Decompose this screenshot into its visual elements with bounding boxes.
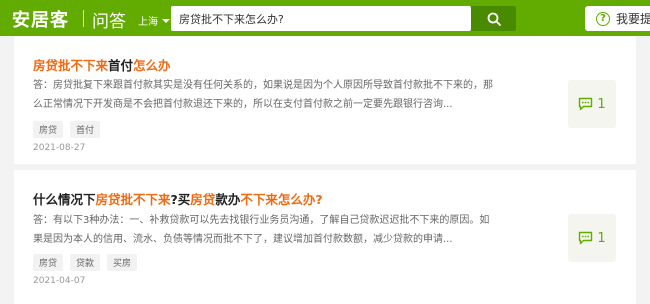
title-highlight: 怎么办 xyxy=(133,58,171,73)
question-title[interactable]: 房贷批不下来首付怎么办 xyxy=(33,55,171,74)
comment-icon xyxy=(579,97,593,111)
top-header: 安居客 问答 上海 ? 我要提问 xyxy=(0,0,650,36)
answer-excerpt[interactable]: 答：有以下3种办法：一、补救贷款可以先去找银行业务员沟通，了解自己贷款迟迟批不下… xyxy=(33,211,495,249)
search-box xyxy=(171,6,471,31)
question-mark-icon: ? xyxy=(596,11,610,26)
tag[interactable]: 房贷 xyxy=(33,121,64,138)
question-title[interactable]: 什么情况下房贷批不下来?买房贷款办不下来怎么办? xyxy=(33,189,323,208)
answer-count-button[interactable]: 1 xyxy=(568,80,616,128)
title-text: 款办 xyxy=(215,192,241,207)
city-selector[interactable]: 上海 xyxy=(138,13,170,28)
tag[interactable]: 首付 xyxy=(70,121,101,138)
answer-count: 1 xyxy=(597,96,606,112)
answer-excerpt[interactable]: 答：房贷批复下来跟首付款其实是没有任何关系的，如果说是因为个人原因所导致首付款批… xyxy=(33,76,495,114)
title-highlight: 房贷批不下来 xyxy=(95,192,171,207)
post-date: 2021-04-07 xyxy=(33,276,86,286)
site-logo[interactable]: 安居客 xyxy=(12,6,69,32)
title-highlight: 房贷批不下来 xyxy=(33,58,109,73)
title-highlight: 房贷 xyxy=(190,192,216,207)
question-card[interactable]: 什么情况下房贷批不下来?买房贷款办不下来怎么办? 答：有以下3种办法：一、补救贷… xyxy=(14,170,636,304)
comment-icon xyxy=(579,231,593,245)
title-text: 首付 xyxy=(108,58,134,73)
section-title[interactable]: 问答 xyxy=(92,7,126,32)
city-label: 上海 xyxy=(138,17,158,28)
tag[interactable]: 贷款 xyxy=(70,254,101,271)
tag[interactable]: 房贷 xyxy=(33,254,64,271)
search-icon xyxy=(487,12,501,26)
question-card[interactable]: 房贷批不下来首付怎么办 答：房贷批复下来跟首付款其实是没有任何关系的，如果说是因… xyxy=(14,36,636,164)
title-text: ?买 xyxy=(170,192,191,207)
caret-down-icon xyxy=(162,18,170,23)
search-input[interactable] xyxy=(171,6,471,31)
title-text: 什么情况下 xyxy=(33,192,96,207)
answer-count-button[interactable]: 1 xyxy=(568,214,616,262)
logo-divider xyxy=(83,10,84,27)
title-highlight: 不下来怎么办? xyxy=(240,192,323,207)
tag-list: 房贷 贷款 买房 xyxy=(33,254,138,271)
answer-count: 1 xyxy=(597,230,606,246)
tag-list: 房贷 首付 xyxy=(33,121,101,138)
ask-question-button[interactable]: ? 我要提问 xyxy=(585,6,650,31)
post-date: 2021-08-27 xyxy=(33,143,86,153)
ask-question-label: 我要提问 xyxy=(616,12,650,26)
search-button[interactable] xyxy=(471,6,516,31)
tag[interactable]: 买房 xyxy=(107,254,138,271)
